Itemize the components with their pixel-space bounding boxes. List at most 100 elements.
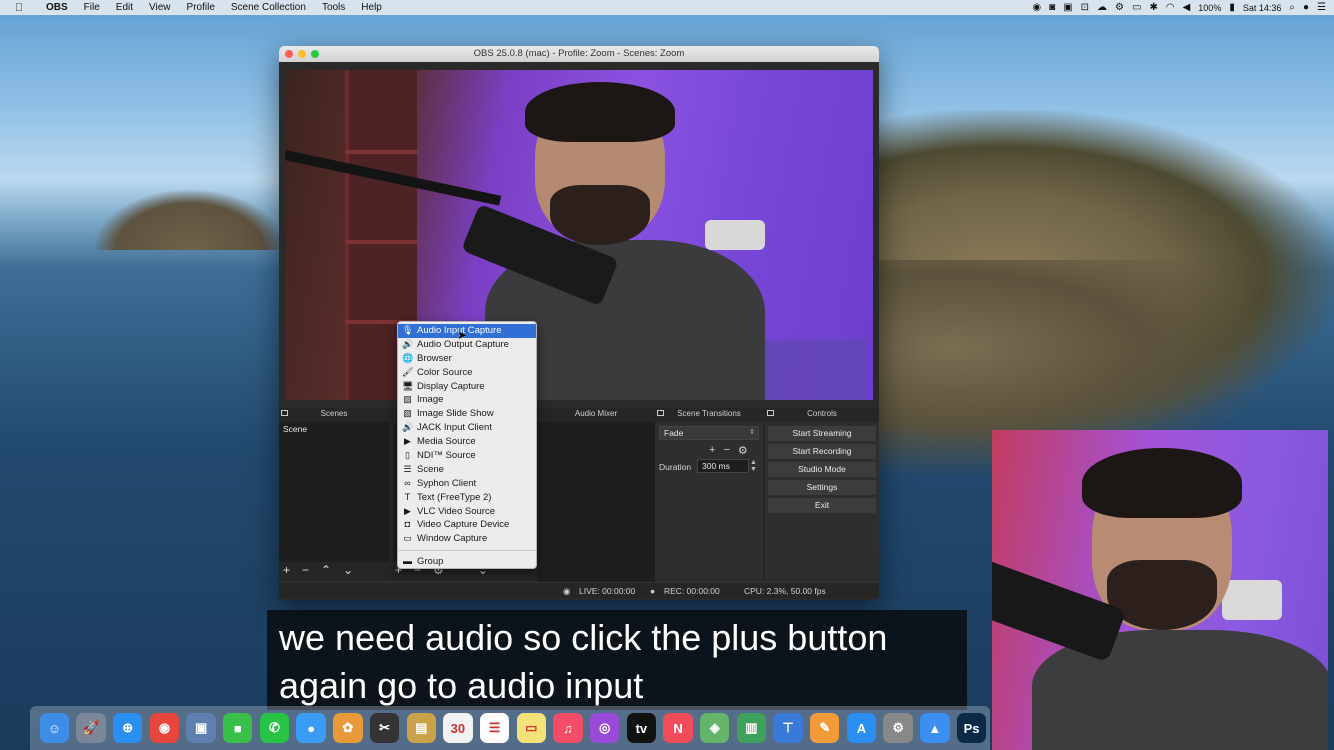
facetime-icon[interactable]: ■ (223, 713, 253, 743)
scenes-list[interactable]: Scene (279, 422, 389, 562)
menu-file[interactable]: File (76, 2, 108, 13)
finalcut-icon[interactable]: ✂ (369, 713, 400, 743)
gear-status-icon[interactable]: ⚙ (1115, 2, 1124, 13)
menu-help[interactable]: Help (353, 2, 390, 13)
add-scene-button[interactable]: + (283, 563, 290, 577)
numbers-icon[interactable]: ▥ (736, 713, 767, 743)
finder-icon[interactable]: ☺ (39, 713, 70, 743)
notification-center-icon[interactable]: ☰ (1317, 2, 1326, 13)
menu-item-image-slide-show[interactable]: ▧ Image Slide Show (398, 407, 536, 421)
photos-icon[interactable]: ✿ (333, 713, 363, 743)
bluetooth-icon[interactable]: ✱ (1149, 2, 1157, 13)
docks-area: Scenes Scene + − ⌃ ⌄ + − ⚙ ⌃ ⌄ Audio Mix… (279, 408, 879, 582)
system-preferences-icon[interactable]: ⚙ (883, 713, 913, 743)
whatsapp-icon[interactable]: ✆ (259, 713, 290, 743)
clock[interactable]: Sat 14:36 (1243, 3, 1282, 13)
safari-icon[interactable]: ⊕ (113, 713, 143, 743)
menu-item-image[interactable]: ▨ Image (398, 393, 536, 407)
menu-item-color-source[interactable]: 🖌 Color Source (398, 366, 536, 380)
menu-item-media-source[interactable]: ▶ Media Source (398, 435, 536, 449)
window-titlebar[interactable]: OBS 25.0.8 (mac) - Profile: Zoom - Scene… (279, 46, 879, 62)
battery-icon[interactable]: ▮ (1229, 2, 1235, 13)
transition-select[interactable]: Fade ⇕ (659, 426, 759, 440)
screen-status-icon[interactable]: ⊡ (1081, 2, 1089, 13)
notes-icon[interactable]: ▤ (406, 713, 436, 743)
undock-icon[interactable] (657, 410, 664, 416)
menu-edit[interactable]: Edit (108, 2, 141, 13)
duration-field[interactable]: 300 ms (697, 459, 749, 473)
appletv-icon[interactable]: tv (626, 713, 657, 743)
minimize-window-button[interactable] (298, 50, 306, 58)
apple-menu-icon[interactable]:  (0, 2, 38, 14)
studio-mode-button[interactable]: Studio Mode (768, 462, 876, 477)
menu-obs[interactable]: OBS (38, 2, 76, 13)
move-scene-up-button[interactable]: ⌃ (321, 563, 331, 577)
menu-item-syphon-client[interactable]: ∞ Syphon Client (398, 477, 536, 491)
menu-item-display-capture[interactable]: 🖥 Display Capture (398, 380, 536, 394)
maps-icon[interactable]: ◈ (700, 713, 730, 743)
scene-item[interactable]: Scene (279, 422, 389, 436)
start-recording-button[interactable]: Start Recording (768, 444, 876, 459)
reminders-icon[interactable]: ☰ (479, 713, 510, 743)
app-status-icon[interactable]: ◙ (1049, 2, 1055, 13)
scenes-toolbar: + − ⌃ ⌄ (283, 563, 353, 577)
start-streaming-button[interactable]: Start Streaming (768, 426, 876, 441)
menu-scene-collection[interactable]: Scene Collection (223, 2, 314, 13)
remove-scene-button[interactable]: − (302, 563, 309, 577)
add-source-menu: 🎙 Audio Input Capture 🔊 Audio Output Captur… (397, 321, 537, 569)
podcasts-icon[interactable]: ◎ (589, 713, 620, 743)
settings-button[interactable]: Settings (768, 480, 876, 495)
preview-shelf-board (345, 150, 417, 154)
select-chevron-icon: ⇕ (749, 429, 755, 436)
menu-item-browser[interactable]: 🌐 Browser (398, 352, 536, 366)
menu-item-video-capture-device[interactable]: ◘ Video Capture Device (398, 518, 536, 532)
launchpad-icon[interactable]: 🚀 (76, 713, 106, 743)
spotlight-search-icon[interactable]: ⌕ (1289, 2, 1295, 13)
menu-item-ndi-source[interactable]: ▯ NDI™ Source (398, 449, 536, 463)
siri-icon[interactable]: ● (1303, 2, 1309, 13)
undock-icon[interactable] (767, 410, 774, 416)
zoom-window-button[interactable] (311, 50, 319, 58)
keynote-icon[interactable]: ⊤ (773, 713, 803, 743)
transition-settings-icon[interactable]: ⚙ (738, 444, 748, 457)
photoshop-icon[interactable]: Ps (956, 713, 987, 743)
mixer-dock-title: Audio Mixer (574, 409, 618, 418)
cloud-icon[interactable]: ☁ (1097, 2, 1107, 13)
transition-toolbar: + − ⚙ (709, 444, 748, 457)
camera-status-icon[interactable]: ▣ (1063, 2, 1072, 13)
news-icon[interactable]: N (663, 713, 693, 743)
add-transition-button[interactable]: + (709, 444, 715, 457)
remove-transition-button[interactable]: − (723, 444, 729, 457)
duration-stepper[interactable]: ▲ ▼ (750, 459, 757, 473)
obs-status-icon[interactable]: ◉ (1032, 2, 1041, 13)
preview-canvas[interactable] (285, 70, 873, 400)
stickies-icon[interactable]: ▭ (516, 713, 546, 743)
calendar-icon[interactable]: 30 (443, 713, 473, 743)
menu-item-vlc-video-source[interactable]: ▶ VLC Video Source (398, 505, 536, 519)
menu-tools[interactable]: Tools (314, 2, 353, 13)
menu-item-group[interactable]: ▬ Group (398, 555, 536, 569)
messages-icon[interactable]: ● (296, 713, 326, 743)
menu-view[interactable]: View (141, 2, 179, 13)
appstore-icon[interactable]: A (846, 713, 877, 743)
menu-item-text-freetype-2[interactable]: T Text (FreeType 2) (398, 491, 536, 505)
exit-button[interactable]: Exit (768, 498, 876, 513)
music-icon[interactable]: ♫ (553, 713, 583, 743)
menu-profile[interactable]: Profile (179, 2, 223, 13)
menu-item-window-capture[interactable]: ▭ Window Capture (398, 532, 536, 546)
webcam-person (1032, 440, 1328, 750)
preview-icon[interactable]: ▣ (186, 713, 216, 743)
pages-icon[interactable]: ✎ (810, 713, 840, 743)
undock-icon[interactable] (281, 410, 288, 416)
testflight-icon[interactable]: ▲ (920, 713, 950, 743)
move-scene-down-button[interactable]: ⌄ (343, 563, 353, 577)
webcam-person-hair (1082, 448, 1242, 518)
wifi-icon[interactable]: ◠ (1166, 2, 1175, 13)
rec-status-icon: ● (650, 586, 656, 596)
menu-item-jack-input-client[interactable]: 🔊 JACK Input Client (398, 421, 536, 435)
menu-item-scene[interactable]: ☰ Scene (398, 463, 536, 477)
close-window-button[interactable] (285, 50, 293, 58)
airplay-icon[interactable]: ▭ (1132, 2, 1141, 13)
volume-icon[interactable]: ◀ (1183, 2, 1191, 13)
chrome-icon[interactable]: ◉ (149, 713, 180, 743)
